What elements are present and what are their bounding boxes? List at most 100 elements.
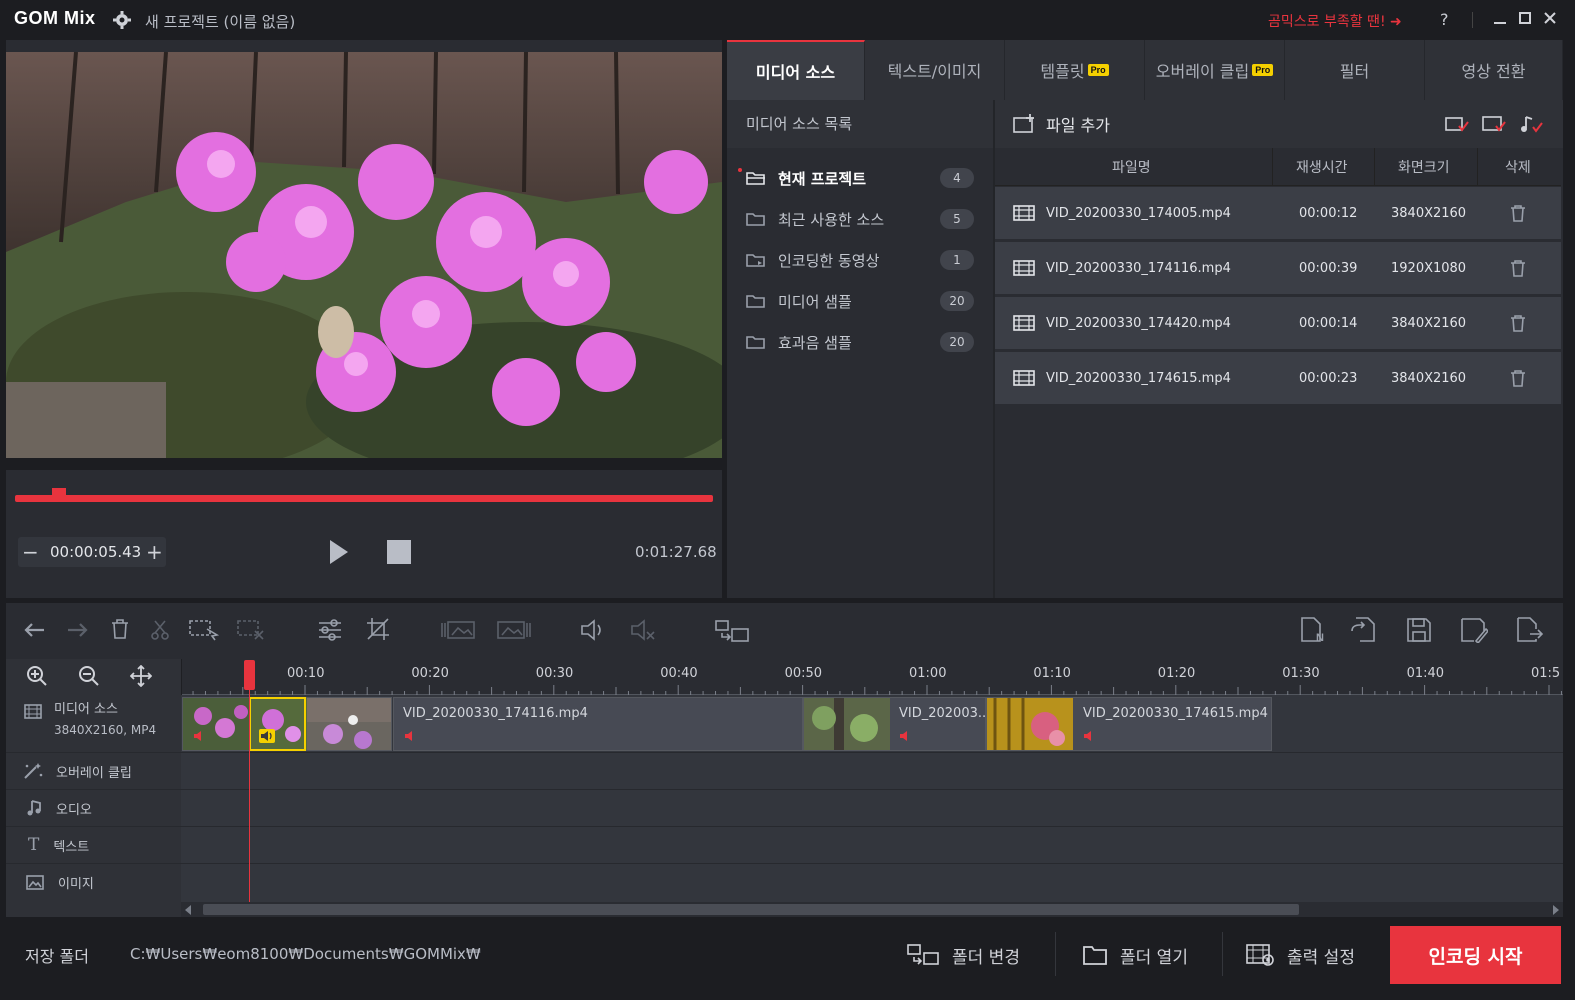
- file-row[interactable]: VID_20200330_174615.mp4 00:00:23 3840X21…: [995, 352, 1561, 404]
- timeline-clip[interactable]: VID_20200330_174116.mp4: [393, 697, 803, 751]
- timeline-scrollbar[interactable]: [181, 902, 1563, 917]
- tab-text-image[interactable]: 텍스트/이미지: [865, 40, 1005, 100]
- folder-label: 현재 프로젝트: [778, 169, 867, 188]
- folder-sound-effect-samples[interactable]: 효과음 샘플 20: [738, 324, 980, 360]
- folder-icon: [746, 211, 766, 227]
- tab-transition[interactable]: 영상 전환: [1425, 40, 1563, 100]
- encode-start-button[interactable]: 인코딩 시작: [1390, 926, 1561, 984]
- trash-icon[interactable]: [1510, 369, 1526, 387]
- video-preview[interactable]: [6, 52, 722, 458]
- close-icon[interactable]: [1543, 11, 1557, 25]
- crop-icon[interactable]: [366, 617, 390, 641]
- folder-media-samples[interactable]: 미디어 샘플 20: [738, 283, 980, 319]
- trash-icon[interactable]: [1510, 259, 1526, 277]
- col-header-duration[interactable]: 재생시간: [1296, 157, 1348, 177]
- current-time-input[interactable]: 00:00:05.43: [50, 543, 141, 561]
- select-audio-icon[interactable]: [1520, 114, 1544, 134]
- image-left-icon[interactable]: [440, 620, 476, 640]
- play-button[interactable]: [328, 538, 350, 566]
- file-duration: 00:00:14: [1299, 315, 1358, 331]
- tab-label: 오버레이 클립: [1155, 62, 1250, 81]
- audio-muted-icon[interactable]: [1083, 730, 1097, 742]
- open-project-icon[interactable]: [1350, 617, 1376, 643]
- file-row[interactable]: VID_20200330_174116.mp4 00:00:39 1920X10…: [995, 242, 1561, 294]
- undo-icon[interactable]: [24, 620, 46, 640]
- col-header-filename[interactable]: 파일명: [1112, 157, 1151, 177]
- save-folder-label: 저장 폴더: [25, 947, 89, 966]
- svg-text:N: N: [1316, 632, 1324, 643]
- title-divider: [1472, 12, 1473, 28]
- trash-icon[interactable]: [1510, 204, 1526, 222]
- maximize-icon[interactable]: [1518, 11, 1532, 25]
- settings-gear-icon[interactable]: [112, 10, 132, 30]
- save-as-icon[interactable]: [1460, 617, 1488, 643]
- promo-link[interactable]: 곰믹스로 부족할 땐! ➜: [1268, 11, 1402, 31]
- button-label: 인코딩 시작: [1428, 945, 1523, 968]
- volume-icon[interactable]: [580, 619, 606, 641]
- playhead-line[interactable]: [249, 690, 250, 902]
- tab-label: 템플릿: [1040, 62, 1085, 81]
- time-decrement-button[interactable]: −: [22, 540, 39, 564]
- text-icon: T: [28, 835, 40, 855]
- audio-muted-icon[interactable]: [193, 730, 207, 742]
- help-button[interactable]: ?: [1440, 10, 1449, 29]
- folder-recent-sources[interactable]: 최근 사용한 소스 5: [738, 201, 980, 237]
- trash-icon[interactable]: [1510, 314, 1526, 332]
- save-project-icon[interactable]: [1406, 617, 1432, 643]
- deselect-icon[interactable]: [237, 619, 267, 641]
- file-row[interactable]: VID_20200330_174420.mp4 00:00:14 3840X21…: [995, 297, 1561, 349]
- track-audio: 오디오: [6, 792, 181, 824]
- playhead-handle[interactable]: [244, 660, 255, 690]
- add-file-button[interactable]: 파일 추가: [1012, 112, 1110, 136]
- change-folder-button[interactable]: 폴더 변경: [906, 926, 1020, 984]
- audio-on-icon[interactable]: [259, 729, 275, 743]
- image-right-icon[interactable]: [496, 620, 532, 640]
- folder-encoded-videos[interactable]: 인코딩한 동영상 1: [738, 242, 980, 278]
- media-swap-icon[interactable]: [714, 619, 750, 643]
- audio-muted-icon[interactable]: [899, 730, 913, 742]
- audio-muted-icon[interactable]: [404, 730, 418, 742]
- export-project-icon[interactable]: [1516, 617, 1544, 643]
- folder-icon: [746, 293, 766, 309]
- film-icon: [1013, 369, 1035, 387]
- select-range-icon[interactable]: [189, 619, 219, 641]
- timeline-ruler[interactable]: 00:10 00:20 00:30 00:40 00:50 01:00 01:10 01:20…: [181, 659, 1563, 695]
- zoom-out-icon[interactable]: [78, 665, 100, 687]
- minimize-icon[interactable]: [1493, 11, 1507, 25]
- output-settings-button[interactable]: 출력 설정: [1245, 926, 1355, 984]
- film-icon: [24, 704, 42, 719]
- scroll-left-arrow[interactable]: [185, 905, 191, 915]
- selected-clip-segment[interactable]: [249, 697, 306, 751]
- folder-icon: [746, 334, 766, 350]
- file-row[interactable]: VID_20200330_174005.mp4 00:00:12 3840X21…: [995, 187, 1561, 239]
- time-increment-button[interactable]: +: [146, 540, 163, 564]
- select-video-icon[interactable]: [1445, 115, 1469, 133]
- fit-timeline-icon[interactable]: [130, 665, 152, 687]
- redo-icon[interactable]: [66, 620, 88, 640]
- scrollbar-thumb[interactable]: [203, 904, 1299, 915]
- tab-filter[interactable]: 필터: [1285, 40, 1425, 100]
- music-note-icon: [26, 799, 42, 817]
- track-divider: [6, 826, 1563, 827]
- new-project-icon[interactable]: N: [1300, 617, 1328, 643]
- timeline-clip[interactable]: VID_20200330_174615.mp4: [986, 697, 1272, 751]
- folder-current-project[interactable]: 현재 프로젝트 4: [738, 160, 980, 196]
- adjust-icon[interactable]: [318, 619, 342, 641]
- tab-media-source[interactable]: 미디어 소스: [727, 40, 865, 100]
- cut-icon[interactable]: [150, 619, 170, 641]
- seek-bar[interactable]: [15, 495, 713, 502]
- open-folder-button[interactable]: 폴더 열기: [1082, 926, 1188, 984]
- folder-label: 최근 사용한 소스: [778, 210, 885, 229]
- timeline-clip[interactable]: VID_202003...: [803, 697, 986, 751]
- select-image-icon[interactable]: [1482, 115, 1506, 133]
- tab-overlay-clip[interactable]: 오버레이 클립 Pro: [1145, 40, 1285, 100]
- stop-button[interactable]: [387, 540, 411, 564]
- tab-template[interactable]: 템플릿 Pro: [1005, 40, 1145, 100]
- zoom-in-icon[interactable]: [26, 665, 48, 687]
- col-header-resolution[interactable]: 화면크기: [1398, 157, 1450, 177]
- delete-icon[interactable]: [111, 619, 129, 639]
- track-divider: [6, 863, 1563, 864]
- mute-icon[interactable]: [630, 619, 656, 641]
- col-divider: [1477, 148, 1478, 186]
- scroll-right-arrow[interactable]: [1553, 905, 1559, 915]
